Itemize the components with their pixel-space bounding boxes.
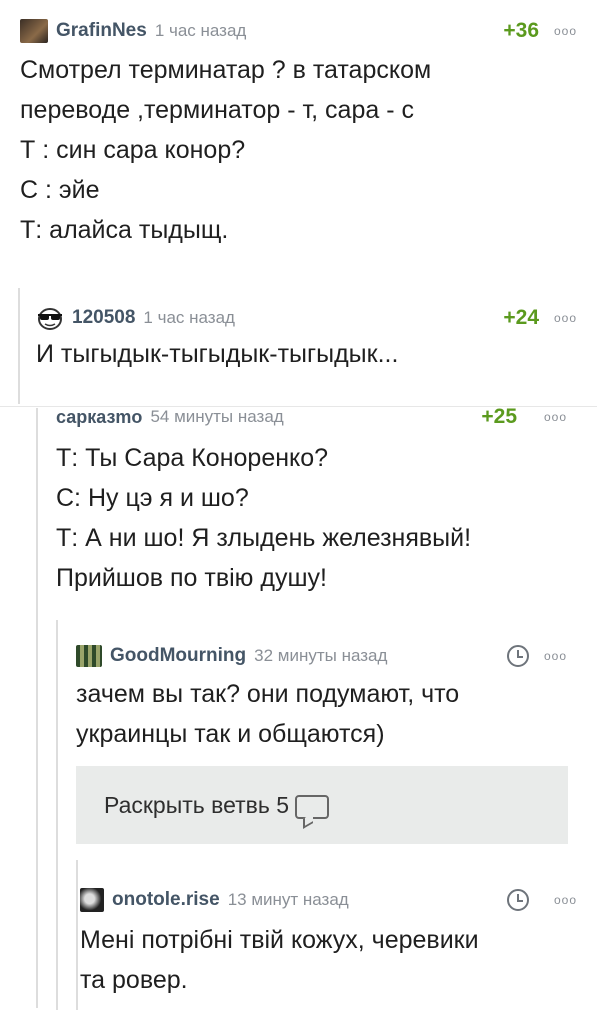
comment-line: С: Ну цэ я и шо? xyxy=(56,484,249,512)
more-options-icon[interactable]: ooo xyxy=(544,649,567,663)
clock-icon[interactable] xyxy=(507,889,529,911)
comment-line: Смотрел терминатар ? в татарском xyxy=(20,56,432,84)
more-options-icon[interactable]: ooo xyxy=(554,311,577,325)
comment-body: зачем вы так? они подумают, что украинцы… xyxy=(76,674,459,754)
comment-line: зачем вы так? они подумают, что xyxy=(76,680,460,708)
comment-line: И тыгыдык-тыгыдык-тыгыдык... xyxy=(36,340,399,368)
bw-photo-avatar-icon[interactable] xyxy=(80,888,104,912)
comment-time: 32 минуты назад xyxy=(254,646,388,665)
comment-bubble-icon xyxy=(295,795,330,819)
rating-value[interactable]: +24 xyxy=(503,306,539,330)
expand-branch-label: Раскрыть ветвь 5 xyxy=(104,791,290,818)
comment-onotole: onotole.rise 13 минут назад ooo Менi пот… xyxy=(0,884,597,1004)
comment-line: Менi потрiбнi твiй кожух, черевики xyxy=(80,926,479,954)
clock-icon[interactable] xyxy=(507,645,529,667)
comment-body: Т: Ты Сара Коноренко? С: Ну цэ я и шо? Т… xyxy=(56,438,471,598)
author-name[interactable]: GrafinNes xyxy=(56,20,147,42)
comment-goodmourning: GoodMourning 32 минуты назад ooo зачем в… xyxy=(0,640,597,760)
comment-line: Т : син сара конор? xyxy=(20,136,246,164)
sunglasses-face-icon[interactable] xyxy=(36,306,64,330)
more-options-icon[interactable]: ooo xyxy=(544,410,567,424)
comment-time: 1 час назад xyxy=(143,308,235,327)
comment-body: Смотрел терминатар ? в татарском перевод… xyxy=(20,50,431,250)
more-options-icon[interactable]: ooo xyxy=(554,893,577,907)
comment-body: И тыгыдык-тыгыдык-тыгыдык... xyxy=(36,334,398,374)
comment-line: Прийшов по твiю душу! xyxy=(56,564,327,592)
author-name[interactable]: onotole.rise xyxy=(112,889,220,911)
expand-branch-button[interactable]: Раскрыть ветвь 5 xyxy=(76,766,568,844)
more-options-icon[interactable]: ooo xyxy=(554,24,577,38)
comment-body: Менi потрiбнi твiй кожух, черевики та ро… xyxy=(80,920,479,1000)
pixel-art-avatar-icon[interactable] xyxy=(76,645,102,667)
comment-line: С : эйе xyxy=(20,176,100,204)
comment-grafinnes: GrafinNes 1 час назад +36 ooo Смотрел те… xyxy=(0,0,597,280)
rating-value[interactable]: +25 xyxy=(481,406,517,429)
author-name[interactable]: GoodMourning xyxy=(110,645,246,667)
comment-header: GoodMourning 32 минуты назад ooo xyxy=(0,642,597,670)
comment-header: сарказmo 54 минуты назад +25 ooo xyxy=(0,406,597,431)
comment-line: Т: Ты Сара Коноренко? xyxy=(56,444,329,472)
rating-value[interactable]: +36 xyxy=(503,19,539,43)
comment-header: 120508 1 час назад +24 ooo xyxy=(0,304,597,332)
comment-120508: 120508 1 час назад +24 ooo И тыгыдык-тыг… xyxy=(0,290,597,400)
author-name[interactable]: 120508 xyxy=(72,307,135,329)
comment-line: та ровер. xyxy=(80,966,188,994)
comment-line: Т: А ни шо! Я злыдень железнявый! xyxy=(56,524,472,552)
comment-line: украинцы так и общаются) xyxy=(76,720,385,748)
comment-time: 1 час назад xyxy=(154,21,247,40)
comment-header: GrafinNes 1 час назад +36 ooo xyxy=(0,17,597,45)
comment-line: переводе ,терминатор - т, сара - с xyxy=(20,96,414,124)
author-name[interactable]: сарказmo xyxy=(56,407,142,428)
dark-photo-avatar-icon[interactable] xyxy=(20,19,48,43)
comment-time: 54 минуты назад xyxy=(150,407,284,426)
comment-line: Т: алайса тыдыщ. xyxy=(20,216,229,244)
comment-header: onotole.rise 13 минут назад ooo xyxy=(0,886,597,914)
comment-time: 13 минут назад xyxy=(227,890,349,909)
